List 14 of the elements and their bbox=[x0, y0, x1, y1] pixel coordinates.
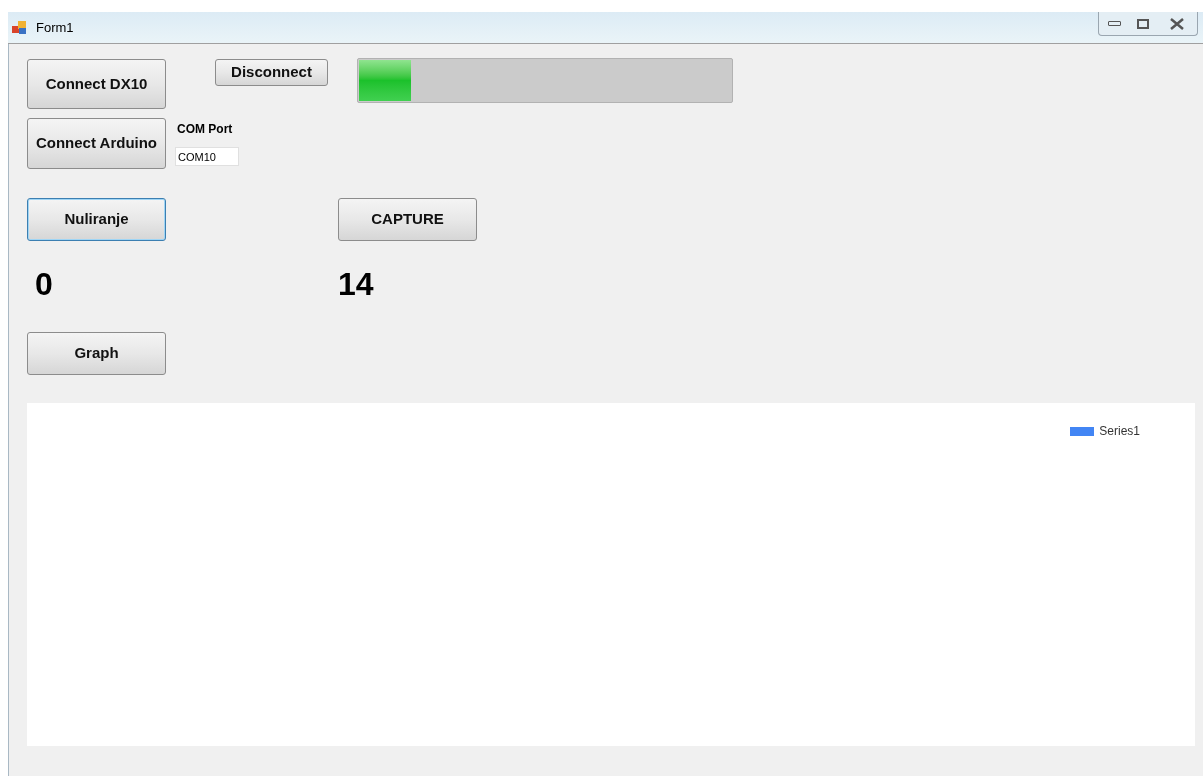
button[interactable]: Connect DX10 bbox=[27, 59, 166, 109]
legend-label: Series1 bbox=[1099, 423, 1140, 440]
button[interactable]: Graph bbox=[27, 332, 166, 375]
button[interactable]: Nuliranje bbox=[27, 198, 166, 241]
button[interactable]: CAPTURE bbox=[338, 198, 477, 241]
window-title: Form1 bbox=[36, 18, 74, 37]
reading: 14 bbox=[338, 268, 374, 300]
close-icon[interactable] bbox=[1170, 17, 1184, 30]
button[interactable]: Disconnect bbox=[215, 59, 328, 86]
com-port-label: COM Port bbox=[177, 121, 234, 138]
button[interactable]: Connect Arduino bbox=[27, 118, 166, 169]
com-port-field[interactable]: COM10 bbox=[175, 147, 239, 166]
app-icon bbox=[12, 20, 28, 35]
reading: 0 bbox=[35, 268, 54, 300]
